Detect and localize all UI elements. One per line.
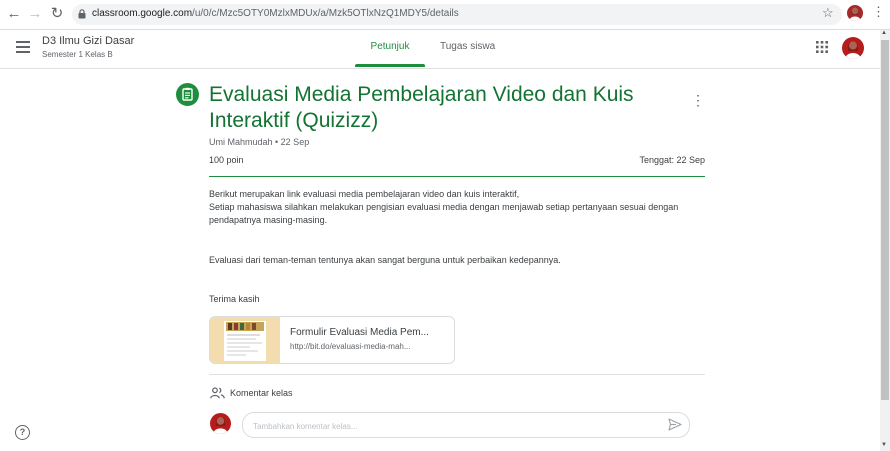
scroll-up-arrow-icon[interactable]: ▲ [881,30,887,36]
url-host: classroom.google.com [92,8,193,19]
menu-icon[interactable] [16,41,30,56]
class-section: Semester 1 Kelas B [42,50,113,59]
browser-toolbar: ← → ↻ classroom.google.com/u/0/c/Mzc5OTY… [0,0,890,30]
scroll-down-arrow-icon[interactable]: ▼ [881,442,887,448]
tab-tugas-siswa[interactable]: Tugas siswa [440,41,495,52]
attachment-title[interactable]: Formulir Evaluasi Media Pem... [290,327,429,338]
class-name[interactable]: D3 Ilmu Gizi Dasar [42,35,134,47]
browser-menu-icon[interactable]: ⋮ [872,5,885,19]
description-line-4: Terima kasih [209,294,260,304]
assignment-icon [176,83,199,106]
commenter-avatar [210,413,231,434]
active-tab-indicator [355,64,425,67]
comment-box [242,412,690,438]
comment-input[interactable] [251,417,655,435]
assignment-due-date: Tenggat: 22 Sep [639,155,705,165]
reload-icon[interactable]: ↻ [49,6,65,22]
description-line-1: Berikut merupakan link evaluasi media pe… [209,189,520,199]
app-header: D3 Ilmu Gizi Dasar Semester 1 Kelas B Pe… [0,30,880,69]
send-icon[interactable] [668,418,682,431]
assignment-title: Evaluasi Media Pembelajaran Video dan Ku… [209,83,634,132]
address-url: classroom.google.com/u/0/c/Mzc5OTY0MzlxM… [92,8,459,19]
more-vert-icon[interactable]: ⋮ [691,93,705,107]
assignment-points: 100 poin [209,155,244,165]
attachment-card[interactable]: Formulir Evaluasi Media Pem... http://bi… [209,316,455,364]
tab-petunjuk[interactable]: Petunjuk [355,41,425,52]
comments-divider [209,374,705,375]
lock-icon [78,9,86,19]
comments-label: Komentar kelas [230,388,293,398]
scrollbar-thumb[interactable] [881,40,889,400]
address-bar[interactable]: classroom.google.com/u/0/c/Mzc5OTY0MzlxM… [72,4,842,25]
description-line-3: Evaluasi dari teman-teman tentunya akan … [209,255,561,265]
header-divider [209,176,705,177]
star-icon[interactable]: ☆ [822,5,834,21]
description-line-2: Setiap mahasiswa silahkan melakukan peng… [209,202,679,225]
browser-profile-avatar[interactable] [847,5,863,21]
help-icon[interactable]: ? [15,425,30,440]
user-avatar[interactable] [842,37,864,59]
back-icon[interactable]: ← [6,6,22,22]
apps-icon[interactable] [816,41,828,53]
assignment-meta: Umi Mahmudah • 22 Sep [209,137,310,147]
url-path: /u/0/c/Mzc5OTY0MzlxMDUx/a/Mzk5OTlxNzQ1MD… [192,8,459,19]
people-icon [210,387,225,399]
attachment-thumbnail [210,317,280,363]
attachment-url: http://bit.do/evaluasi-media-mah... [290,342,411,351]
forward-icon[interactable]: → [27,6,43,22]
